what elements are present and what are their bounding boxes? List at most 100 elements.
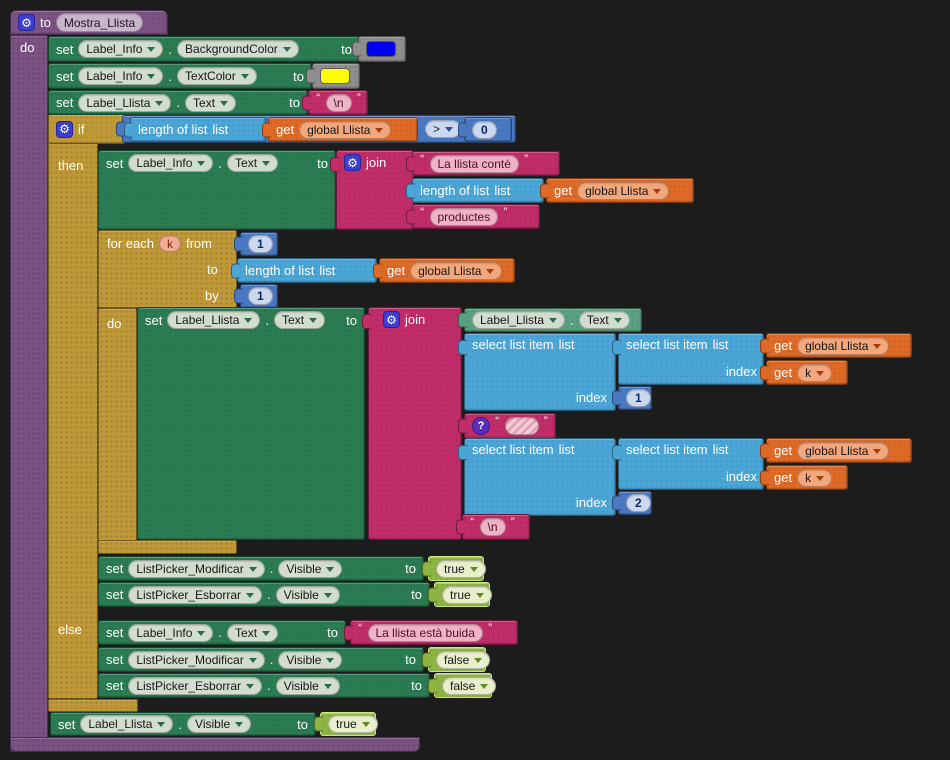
property-dropdown[interactable]: Text xyxy=(274,311,325,329)
if-block-header[interactable]: ⚙ if xyxy=(48,114,126,144)
set-listpicker-esborrar-visible-block[interactable]: set ListPicker_Esborrar . Visible to xyxy=(98,673,430,698)
procedure-definition-block[interactable]: ⚙ to Mostra_Llista xyxy=(10,10,168,35)
component-dropdown[interactable]: Label_Llista xyxy=(80,715,173,733)
component-dropdown[interactable]: ListPicker_Modificar xyxy=(128,651,264,669)
variable-dropdown[interactable]: global Llista xyxy=(797,442,889,460)
logic-false-block[interactable]: false xyxy=(428,647,486,672)
number-block[interactable]: 1 xyxy=(618,386,652,410)
property-dropdown[interactable]: Visible xyxy=(278,651,342,669)
blue-color-swatch[interactable] xyxy=(366,41,396,57)
set-labelinfo-text-block[interactable]: set Label_Info . Text to xyxy=(98,150,336,230)
get-global-llista-block[interactable]: get global Llista xyxy=(766,438,912,463)
component-dropdown[interactable]: Label_Info xyxy=(128,624,213,642)
set-labelllista-text-block[interactable]: set Label_Llista . Text to xyxy=(137,307,365,540)
property-dropdown[interactable]: Visible xyxy=(276,677,340,695)
property-dropdown[interactable]: Text xyxy=(227,624,278,642)
number-field[interactable]: 1 xyxy=(248,235,273,253)
for-each-block-column[interactable] xyxy=(98,308,137,554)
length-of-list-block[interactable]: length of list list xyxy=(412,178,544,203)
property-dropdown[interactable]: Visible xyxy=(278,560,342,578)
set-labelllista-visible-block[interactable]: set Label_Llista . Visible to xyxy=(50,712,316,736)
text-field[interactable]: \n xyxy=(480,518,506,536)
text-string-block[interactable]: “ productes ” xyxy=(412,204,540,229)
length-of-list-block[interactable]: length of list list xyxy=(130,117,266,142)
for-each-block-header[interactable]: for each k from to by xyxy=(98,230,237,308)
text-field[interactable]: La llista està buida xyxy=(368,624,483,642)
labelllista-text-getter-block[interactable]: Label_Llista . Text xyxy=(464,308,642,332)
number-block[interactable]: 2 xyxy=(618,491,652,515)
color-value-block[interactable] xyxy=(312,63,360,89)
select-list-item-outer-block[interactable]: select list item list index xyxy=(464,438,616,516)
help-icon[interactable]: ? xyxy=(472,417,490,435)
logic-true-block[interactable]: true xyxy=(434,582,490,607)
property-dropdown[interactable]: Visible xyxy=(276,586,340,604)
select-list-item-inner-block[interactable]: select list item list index xyxy=(618,333,764,385)
text-string-block[interactable]: “ \n ” xyxy=(308,90,368,115)
number-field[interactable]: 1 xyxy=(248,287,273,305)
set-labelinfo-text-block[interactable]: set Label_Info . Text to xyxy=(98,620,346,645)
component-dropdown[interactable]: Label_Llista xyxy=(167,311,260,329)
text-field[interactable]: \n xyxy=(326,94,352,112)
set-listpicker-esborrar-visible-block[interactable]: set ListPicker_Esborrar . Visible to xyxy=(98,582,430,607)
operator-dropdown[interactable]: > xyxy=(425,120,461,138)
get-global-llista-block[interactable]: get global Llista xyxy=(766,333,912,358)
mutator-gear-icon[interactable]: ⚙ xyxy=(18,14,35,31)
select-list-item-outer-block[interactable]: select list item list index xyxy=(464,333,616,411)
color-value-block[interactable] xyxy=(358,36,406,62)
space-text-field[interactable] xyxy=(505,417,539,435)
yellow-color-swatch[interactable] xyxy=(320,68,350,84)
variable-dropdown[interactable]: k xyxy=(797,364,832,382)
component-dropdown[interactable]: Label_Info xyxy=(78,67,163,85)
get-global-llista-block[interactable]: get global Llista xyxy=(379,258,515,283)
variable-dropdown[interactable]: global Llista xyxy=(410,262,502,280)
if-block-bottom-bar[interactable] xyxy=(48,699,138,712)
set-labelinfo-textcolor-block[interactable]: set Label_Info . TextColor to xyxy=(48,63,312,89)
get-k-block[interactable]: get k xyxy=(766,465,848,490)
number-block[interactable]: 0 xyxy=(464,117,512,142)
number-block[interactable]: 1 xyxy=(240,284,278,308)
procedure-name-field[interactable]: Mostra_Llista xyxy=(56,13,143,32)
property-dropdown[interactable]: Visible xyxy=(187,715,251,733)
join-mutator-gear-icon[interactable]: ⚙ xyxy=(344,154,361,171)
procedure-body-column[interactable] xyxy=(10,35,48,752)
variable-dropdown[interactable]: global Llista xyxy=(797,337,889,355)
number-field[interactable]: 0 xyxy=(472,121,497,139)
loop-variable-field[interactable]: k xyxy=(159,235,181,252)
property-dropdown[interactable]: TextColor xyxy=(177,67,257,85)
number-field[interactable]: 2 xyxy=(626,494,651,512)
property-dropdown[interactable]: Text xyxy=(579,311,630,329)
variable-dropdown[interactable]: global Llista xyxy=(299,121,391,139)
text-field[interactable]: productes xyxy=(430,208,499,226)
component-dropdown[interactable]: Label_Llista xyxy=(472,311,565,329)
variable-dropdown[interactable]: global Llista xyxy=(577,182,669,200)
get-k-block[interactable]: get k xyxy=(766,360,848,385)
join-mutator-gear-icon[interactable]: ⚙ xyxy=(383,311,400,328)
property-dropdown[interactable]: BackgroundColor xyxy=(177,40,299,58)
variable-dropdown[interactable]: k xyxy=(797,469,832,487)
join-text-block[interactable]: ⚙ join xyxy=(368,307,462,540)
set-labelllista-text-block[interactable]: set Label_Llista . Text to xyxy=(48,90,308,115)
text-string-block[interactable]: “ La llista conté ” xyxy=(412,151,560,176)
set-labelinfo-backgroundcolor-block[interactable]: set Label_Info . BackgroundColor to xyxy=(48,36,360,62)
component-dropdown[interactable]: ListPicker_Esborrar xyxy=(128,677,262,695)
if-mutator-gear-icon[interactable]: ⚙ xyxy=(56,121,73,138)
get-global-llista-block[interactable]: get global Llista xyxy=(546,178,694,203)
text-string-block[interactable]: “ \n ” xyxy=(462,514,530,540)
text-string-space-block[interactable]: ? “ ” xyxy=(464,413,556,439)
logic-true-block[interactable]: true xyxy=(320,712,376,736)
set-listpicker-modificar-visible-block[interactable]: set ListPicker_Modificar . Visible to xyxy=(98,556,424,581)
number-field[interactable]: 1 xyxy=(626,389,651,407)
component-dropdown[interactable]: Label_Info xyxy=(128,154,213,172)
text-string-block[interactable]: “ La llista està buida ” xyxy=(350,620,518,645)
logic-dropdown[interactable]: false xyxy=(436,651,490,669)
number-block[interactable]: 1 xyxy=(240,232,278,256)
logic-dropdown[interactable]: false xyxy=(442,677,496,695)
blocks-workspace[interactable]: ⚙ to Mostra_Llista do ⚙ if then else for… xyxy=(0,0,950,760)
component-dropdown[interactable]: ListPicker_Modificar xyxy=(128,560,264,578)
property-dropdown[interactable]: Text xyxy=(227,154,278,172)
component-dropdown[interactable]: Label_Llista xyxy=(78,94,171,112)
logic-false-block[interactable]: false xyxy=(434,673,492,698)
text-field[interactable]: La llista conté xyxy=(430,155,519,173)
join-text-block[interactable]: ⚙ join xyxy=(336,150,414,230)
logic-dropdown[interactable]: true xyxy=(442,586,492,604)
